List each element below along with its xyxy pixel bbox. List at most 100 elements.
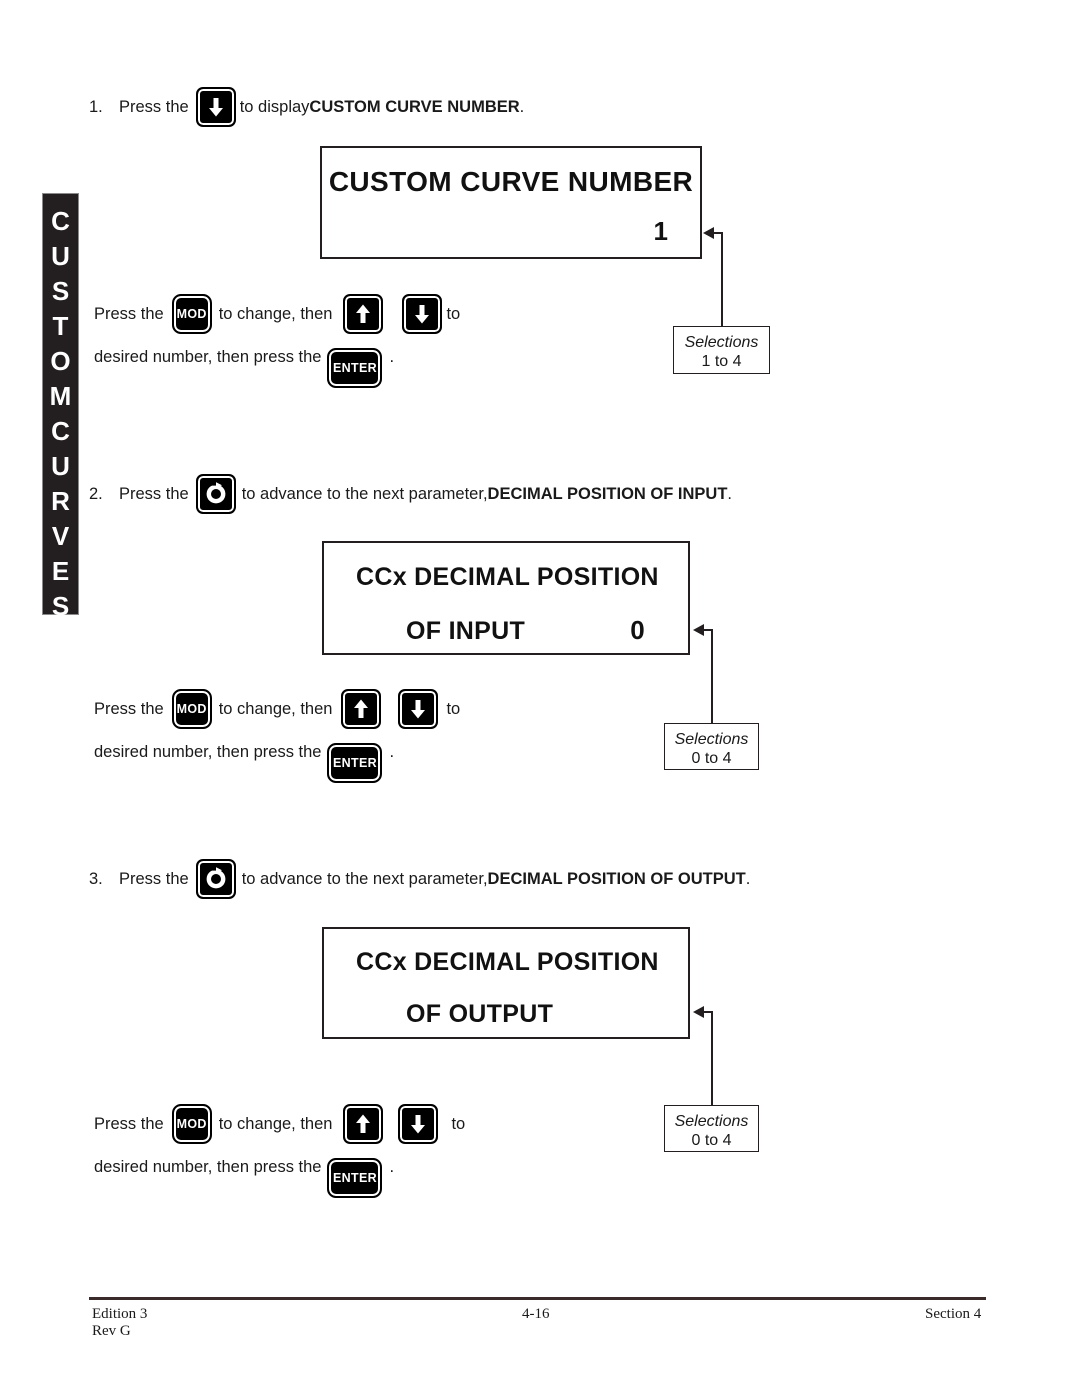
instruction-1-line-2: desired number, then press the ENTER . bbox=[94, 335, 460, 388]
leader-line-vertical-3 bbox=[711, 1011, 714, 1105]
cycle-key[interactable] bbox=[195, 859, 236, 899]
mod-key-label: MOD bbox=[176, 307, 207, 321]
instruction-3-line-1: Press the MOD to change, then to bbox=[94, 1103, 465, 1145]
selections-label-3: Selections bbox=[674, 1113, 749, 1130]
footer-section-text: Section 4 bbox=[925, 1306, 982, 1322]
mod-key-label: MOD bbox=[176, 702, 207, 716]
selections-callout-2: Selections 0 to 4 bbox=[664, 723, 759, 770]
side-tab-letter: R bbox=[51, 486, 70, 516]
step-1-text-after: to display bbox=[239, 97, 310, 116]
side-tab-letter: C bbox=[51, 206, 70, 236]
enter-key[interactable]: ENTER bbox=[327, 1158, 383, 1198]
instruction-1-period: . bbox=[389, 347, 395, 366]
step-2-text-before: Press the bbox=[119, 484, 189, 503]
mod-key[interactable]: MOD bbox=[171, 689, 212, 729]
ccx-decimal-position-of-output-display: CCx DECIMAL POSITION OF OUTPUT bbox=[322, 927, 690, 1039]
custom-curves-side-tab: C U S T O M C U R V E S bbox=[42, 193, 79, 621]
step-1-number: 1. bbox=[89, 97, 103, 116]
step-2-text-bold: DECIMAL POSITION OF INPUT bbox=[487, 484, 728, 503]
display-3-line2: OF OUTPUT bbox=[406, 1000, 554, 1028]
display-2-line-1: CCx DECIMAL POSITION bbox=[324, 563, 688, 592]
footer-page-number: 4-16 bbox=[522, 1306, 550, 1323]
selections-range-2: 0 to 4 bbox=[691, 750, 732, 767]
instruction-3-to: to bbox=[451, 1114, 466, 1133]
instruction-1-desired: desired number, then press the bbox=[94, 347, 322, 366]
step-3-number: 3. bbox=[89, 869, 103, 888]
instruction-1-line-1: Press the MOD to change, then to bbox=[94, 293, 460, 335]
footer-divider bbox=[89, 1297, 986, 1300]
selections-callout-1: Selections 1 to 4 bbox=[673, 326, 770, 374]
instruction-1-to: to bbox=[446, 304, 461, 323]
instruction-2-desired: desired number, then press the bbox=[94, 742, 322, 761]
leader-arrowhead-1 bbox=[703, 227, 714, 239]
instruction-2-period: . bbox=[389, 742, 395, 761]
selections-label-2: Selections bbox=[674, 731, 749, 748]
step-3: 3. Press the to advance to the next para… bbox=[89, 858, 750, 900]
step-3-period: . bbox=[745, 869, 751, 888]
side-tab-letter: S bbox=[51, 276, 70, 306]
mod-key[interactable]: MOD bbox=[171, 1104, 212, 1144]
selections-range-1: 1 to 4 bbox=[701, 353, 742, 370]
enter-key-label: ENTER bbox=[333, 1171, 377, 1185]
display-2-value: 0 bbox=[630, 615, 645, 645]
up-arrow-key[interactable] bbox=[341, 689, 382, 729]
custom-curve-number-display: CUSTOM CURVE NUMBER 1 bbox=[320, 146, 702, 259]
instruction-2-line-2: desired number, then press the ENTER . bbox=[94, 730, 460, 783]
step-3-text-after: to advance to the next parameter, bbox=[241, 869, 488, 888]
down-arrow-key[interactable] bbox=[402, 294, 443, 334]
instruction-3-press-the: Press the bbox=[94, 1114, 164, 1133]
display-3-line-2: OF OUTPUT bbox=[324, 1000, 688, 1029]
side-tab-letter: O bbox=[50, 346, 71, 376]
instruction-2-to: to bbox=[446, 699, 461, 718]
instruction-3-line-2: desired number, then press the ENTER . bbox=[94, 1145, 465, 1198]
instruction-block-3: Press the MOD to change, then to desired… bbox=[94, 1103, 465, 1198]
side-tab-letter: V bbox=[51, 521, 70, 551]
footer-rev-text: Rev G bbox=[92, 1323, 131, 1339]
instruction-1-to-change: to change, then bbox=[218, 304, 333, 323]
down-arrow-key[interactable] bbox=[398, 689, 439, 729]
instruction-2-line-1: Press the MOD to change, then to bbox=[94, 688, 460, 730]
display-1-value: 1 bbox=[653, 216, 668, 246]
step-3-text-bold: DECIMAL POSITION OF OUTPUT bbox=[487, 869, 746, 888]
enter-key[interactable]: ENTER bbox=[327, 348, 383, 388]
instruction-block-1: Press the MOD to change, then to desired… bbox=[94, 293, 460, 388]
instruction-3-desired: desired number, then press the bbox=[94, 1157, 322, 1176]
leader-arrowhead-3 bbox=[693, 1006, 704, 1018]
enter-key[interactable]: ENTER bbox=[327, 743, 383, 783]
side-tab-letter: U bbox=[51, 451, 70, 481]
instruction-block-2: Press the MOD to change, then to desired… bbox=[94, 688, 460, 783]
step-3-text-before: Press the bbox=[119, 869, 189, 888]
display-3-line1: CCx DECIMAL POSITION bbox=[356, 948, 659, 976]
selections-label-1: Selections bbox=[684, 334, 759, 351]
instruction-1-press-the: Press the bbox=[94, 304, 164, 323]
step-1-period: . bbox=[519, 97, 525, 116]
display-1-value-line: 1 bbox=[322, 216, 700, 247]
step-2-period: . bbox=[727, 484, 732, 503]
up-arrow-key[interactable] bbox=[343, 294, 384, 334]
instruction-3-to-change: to change, then bbox=[218, 1114, 333, 1133]
footer-edition: Edition 3 Rev G bbox=[92, 1306, 147, 1340]
footer-edition-text: Edition 3 bbox=[92, 1306, 148, 1322]
leader-arrowhead-2 bbox=[693, 624, 704, 636]
ccx-decimal-position-of-input-display: CCx DECIMAL POSITION OF INPUT 0 bbox=[322, 541, 690, 655]
up-arrow-key[interactable] bbox=[343, 1104, 384, 1144]
side-tab-letter: U bbox=[51, 241, 70, 271]
step-1-text-before: Press the bbox=[119, 97, 189, 116]
display-2-line1: CCx DECIMAL POSITION bbox=[356, 563, 659, 591]
selections-callout-3: Selections 0 to 4 bbox=[664, 1105, 759, 1152]
cycle-key[interactable] bbox=[195, 474, 236, 514]
side-tab-letter: C bbox=[51, 416, 70, 446]
enter-key-label: ENTER bbox=[333, 361, 377, 375]
mod-key[interactable]: MOD bbox=[171, 294, 212, 334]
footer-page-text: 4-16 bbox=[522, 1306, 550, 1322]
side-tab-letter: E bbox=[51, 556, 70, 586]
down-arrow-key[interactable] bbox=[398, 1104, 439, 1144]
side-tab-letter: S bbox=[51, 591, 70, 621]
step-1-text-bold: CUSTOM CURVE NUMBER bbox=[309, 97, 520, 116]
mod-key-label: MOD bbox=[176, 1117, 207, 1131]
down-arrow-key[interactable] bbox=[195, 87, 236, 127]
leader-line-vertical-1 bbox=[721, 232, 724, 326]
side-tab-letter: M bbox=[49, 381, 72, 411]
footer-section: Section 4 bbox=[925, 1306, 981, 1323]
display-2-line-2: OF INPUT 0 bbox=[324, 615, 688, 646]
